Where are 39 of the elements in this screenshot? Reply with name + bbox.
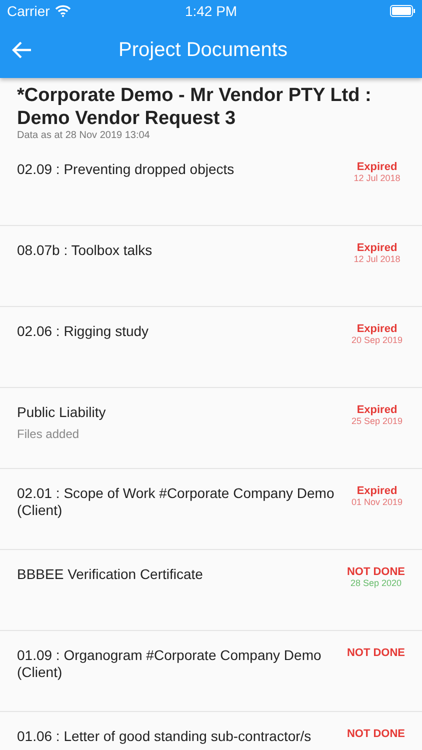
battery-icon: [390, 5, 416, 17]
document-date: 28 Sep 2020: [350, 578, 402, 588]
document-date: 20 Sep 2019: [351, 335, 403, 345]
document-status: NOT DONE: [346, 647, 405, 659]
back-arrow-icon[interactable]: [12, 41, 32, 59]
document-row[interactable]: 02.01 : Scope of Work #Corporate Company Demo (Client) Expired 01 Nov 2019: [0, 469, 422, 550]
carrier-label: Carrier: [7, 3, 50, 19]
project-title: *Corporate Demo - Mr Vendor PTY Ltd : Demo Vendor Request 3: [17, 84, 372, 130]
document-date: 01 Nov 2019: [351, 497, 403, 507]
screen-title: Project Documents: [118, 38, 288, 62]
wifi-icon: [54, 5, 71, 17]
document-name: 08.07b : Toolbox talks: [17, 242, 154, 259]
document-name: BBBEE Verification Certificate: [17, 566, 204, 583]
document-row[interactable]: 02.06 : Rigging study Expired 20 Sep 2019: [0, 307, 422, 388]
document-status: NOT DONE: [346, 566, 405, 578]
document-note: Files added: [17, 427, 80, 441]
document-date: 12 Jul 2018: [354, 173, 400, 183]
document-name: 01.06 : Letter of good standing sub-contractor/s: [17, 728, 312, 745]
document-row[interactable]: 01.06 : Letter of good standing sub-contractor/s NOT DONE: [0, 712, 422, 750]
document-name: 02.06 : Rigging study: [17, 323, 150, 340]
document-status: Expired: [356, 323, 398, 335]
document-name: 02.01 : Scope of Work #Corporate Company Demo (Client): [17, 485, 336, 519]
document-name: Public Liability: [17, 404, 107, 421]
document-name: 02.09 : Preventing dropped objects: [17, 161, 236, 178]
clock-time: 1:42 PM: [184, 3, 238, 19]
document-date: 12 Jul 2018: [354, 254, 400, 264]
document-status: Expired: [356, 485, 398, 497]
document-name: 01.09 : Organogram #Corporate Company Demo (Client): [17, 647, 322, 681]
document-row[interactable]: BBBEE Verification Certificate NOT DONE 28 Sep 2020: [0, 550, 422, 631]
document-date: 25 Sep 2019: [351, 416, 403, 426]
document-status: Expired: [356, 161, 398, 173]
document-status: Expired: [356, 404, 398, 416]
document-status: NOT DONE: [346, 728, 405, 740]
document-row[interactable]: 02.09 : Preventing dropped objects Expired 12 Jul 2018: [0, 145, 422, 226]
document-row[interactable]: 01.09 : Organogram #Corporate Company Demo (Client) NOT DONE: [0, 631, 422, 712]
data-timestamp: Data as at 28 Nov 2019 13:04: [17, 130, 151, 141]
document-row[interactable]: 08.07b : Toolbox talks Expired 12 Jul 2018: [0, 226, 422, 307]
document-row[interactable]: Public Liability Files added Expired 25 Sep 2019: [0, 388, 422, 469]
document-status: Expired: [356, 242, 398, 254]
